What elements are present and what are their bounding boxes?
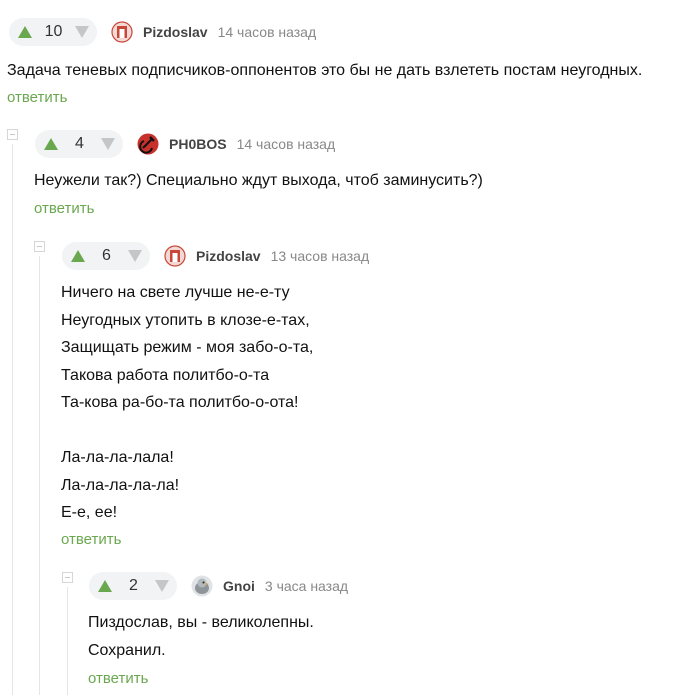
comment-author[interactable]: Gnoi (223, 578, 255, 594)
thread-line[interactable] (12, 144, 13, 695)
collapse-thread-button[interactable] (7, 129, 18, 140)
comment-time[interactable]: 14 часов назад (218, 24, 317, 40)
rating-box: 6 (62, 242, 150, 270)
downvote-icon[interactable] (74, 26, 89, 38)
upvote-icon[interactable] (71, 250, 85, 262)
rating-box: 2 (89, 572, 177, 600)
downvote-icon[interactable] (128, 250, 142, 262)
comment-score: 6 (102, 247, 111, 264)
comment-score: 10 (44, 23, 63, 40)
downvote-icon[interactable] (155, 580, 169, 592)
comment-header: 4 PH0BOS 14 часов назад (35, 129, 335, 159)
comment-header: 2 Gnoi 3 часа назад (89, 571, 348, 601)
rating-box: 10 (9, 18, 97, 46)
comment-text: Задача теневых подписчиков-оппонентов эт… (7, 62, 643, 79)
pizdoslav-avatar-icon[interactable] (164, 245, 186, 267)
upvote-icon[interactable] (44, 138, 58, 150)
comment-time[interactable]: 14 часов назад (237, 136, 336, 152)
comment-text: Ничего на свете лучше не-е-ту Неугодных … (61, 284, 314, 521)
rating-box: 4 (35, 130, 123, 158)
comment-time[interactable]: 13 часов назад (271, 248, 370, 264)
reply-link[interactable]: ответить (88, 670, 148, 687)
comment-score: 4 (75, 135, 84, 152)
hammer-sickle-icon[interactable] (137, 133, 159, 155)
thread-line[interactable] (67, 587, 68, 695)
comment-author[interactable]: Pizdoslav (196, 248, 261, 264)
collapse-thread-button[interactable] (34, 241, 45, 252)
comment-text: Неужели так?) Специально ждут выхода, чт… (34, 172, 483, 189)
thread-line[interactable] (39, 256, 40, 695)
comment-header: 6 Pizdoslav 13 часов назад (62, 241, 369, 271)
collapse-thread-button[interactable] (62, 572, 73, 583)
comment-time[interactable]: 3 часа назад (265, 578, 348, 594)
reply-link[interactable]: ответить (61, 531, 121, 548)
reply-link[interactable]: ответить (34, 200, 94, 217)
comment-author[interactable]: PH0BOS (169, 136, 227, 152)
downvote-icon[interactable] (101, 138, 115, 150)
comment-text: Пиздослав, вы - великолепны. Сохранил. (88, 614, 314, 659)
comment-author[interactable]: Pizdoslav (143, 24, 208, 40)
reply-link[interactable]: ответить (7, 89, 67, 106)
bird-avatar-icon[interactable] (191, 575, 213, 597)
pizdoslav-avatar-icon[interactable] (111, 21, 133, 43)
comment-score: 2 (129, 577, 138, 594)
comment-header: 10 Pizdoslav 14 часов назад (9, 17, 316, 47)
upvote-icon[interactable] (98, 580, 112, 592)
upvote-icon[interactable] (18, 26, 32, 38)
